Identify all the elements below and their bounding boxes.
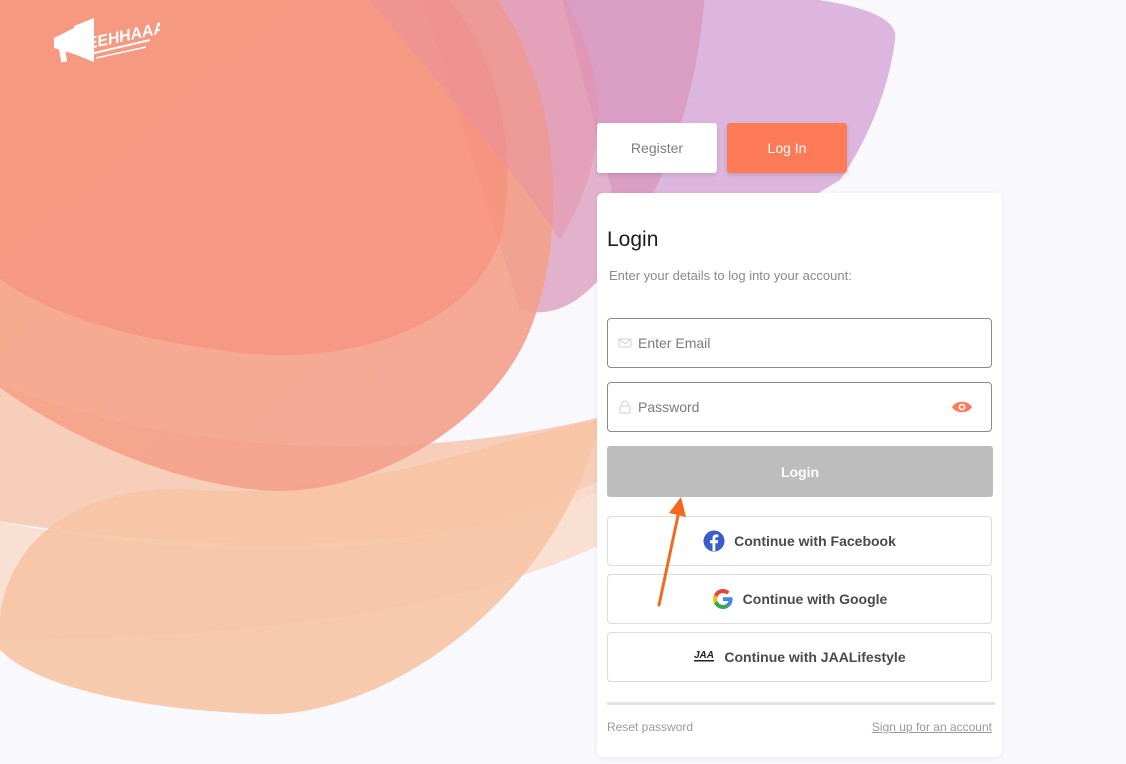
continue-with-jaalifestyle-button[interactable]: JAA Continue with JAALifestyle bbox=[607, 632, 992, 682]
login-card: Login Enter your details to log into you… bbox=[597, 193, 1002, 757]
brand-logo[interactable]: EEHHAAA bbox=[50, 10, 166, 68]
facebook-icon bbox=[703, 530, 725, 552]
jaa-logo-icon: JAA bbox=[694, 650, 714, 662]
eye-icon[interactable] bbox=[951, 399, 973, 415]
login-title: Login bbox=[607, 228, 659, 251]
signup-link[interactable]: Sign up for an account bbox=[872, 720, 992, 734]
register-tab[interactable]: Register bbox=[597, 123, 717, 173]
svg-text:JAA: JAA bbox=[694, 650, 714, 661]
facebook-button-label: Continue with Facebook bbox=[734, 533, 896, 549]
auth-tabs: Register Log In bbox=[597, 123, 847, 173]
mail-icon bbox=[618, 338, 632, 348]
arrow-annotation bbox=[657, 497, 686, 607]
svg-text:EEHHAAA: EEHHAAA bbox=[85, 20, 160, 53]
card-divider bbox=[607, 702, 995, 705]
lock-icon bbox=[619, 400, 631, 414]
jaa-button-label: Continue with JAALifestyle bbox=[724, 649, 906, 665]
login-tab[interactable]: Log In bbox=[727, 123, 847, 173]
google-button-label: Continue with Google bbox=[742, 591, 888, 607]
password-field[interactable] bbox=[607, 382, 992, 432]
megaphone-icon: EEHHAAA bbox=[54, 18, 166, 63]
email-field[interactable] bbox=[607, 318, 992, 368]
login-subtitle: Enter your details to log into your acco… bbox=[609, 268, 852, 283]
reset-password-link[interactable]: Reset password bbox=[607, 720, 693, 734]
google-icon bbox=[712, 589, 733, 609]
password-input[interactable] bbox=[638, 383, 951, 431]
login-submit-button[interactable]: Login bbox=[607, 446, 993, 497]
email-input[interactable] bbox=[638, 319, 991, 367]
